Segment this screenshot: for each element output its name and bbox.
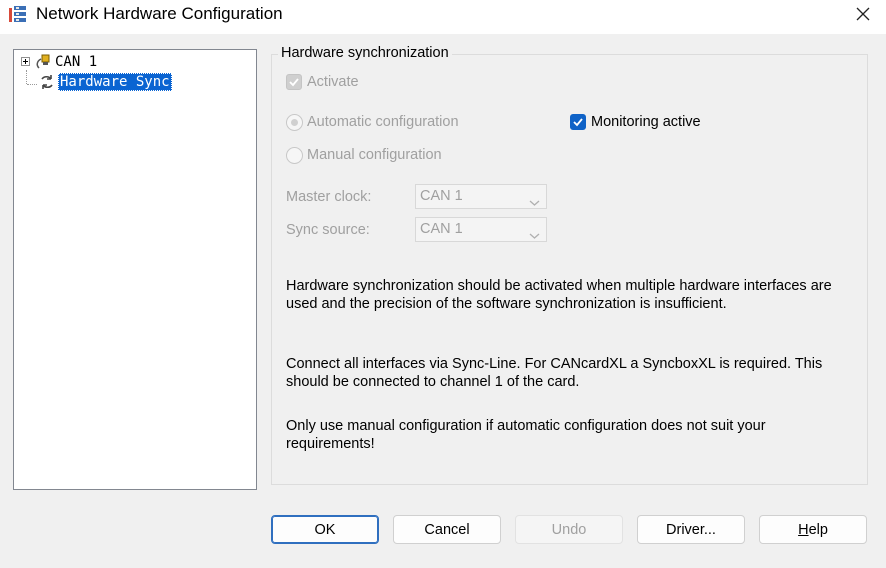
master-clock-label: Master clock: bbox=[286, 189, 372, 205]
undo-button[interactable]: Undo bbox=[515, 515, 623, 544]
can-node-icon bbox=[33, 53, 53, 71]
driver-button[interactable]: Driver... bbox=[637, 515, 745, 544]
chevron-down-icon bbox=[529, 192, 540, 215]
sync-source-select[interactable]: CAN 1 bbox=[415, 217, 547, 242]
master-clock-value: CAN 1 bbox=[420, 188, 463, 204]
master-clock-select[interactable]: CAN 1 bbox=[415, 184, 547, 209]
manual-config-label: Manual configuration bbox=[307, 147, 442, 163]
window-title: Network Hardware Configuration bbox=[36, 4, 283, 23]
tree-connector bbox=[27, 84, 37, 85]
info-text-manual: Only use manual configuration if automat… bbox=[286, 418, 766, 452]
monitoring-checkbox[interactable] bbox=[570, 114, 586, 130]
tree-item-label: CAN 1 bbox=[55, 53, 98, 70]
sync-arrows-icon bbox=[38, 73, 58, 91]
help-label: elp bbox=[808, 521, 828, 538]
automatic-config-label: Automatic configuration bbox=[307, 114, 459, 130]
chevron-down-icon bbox=[529, 225, 540, 248]
close-button[interactable] bbox=[840, 0, 886, 32]
network-tree[interactable] bbox=[13, 49, 257, 490]
help-mnemonic: H bbox=[798, 521, 809, 538]
title-bar: Network Hardware Configuration bbox=[0, 0, 886, 34]
info-text-syncline: Connect all interfaces via Sync-Line. Fo… bbox=[286, 356, 823, 390]
tree-item-label: Hardware Sync bbox=[58, 72, 172, 91]
activate-label: Activate bbox=[307, 74, 359, 90]
sync-source-label: Sync source: bbox=[286, 222, 370, 238]
cancel-button[interactable]: Cancel bbox=[393, 515, 501, 544]
monitoring-label: Monitoring active bbox=[591, 114, 701, 130]
close-icon bbox=[855, 6, 871, 26]
activate-checkbox[interactable] bbox=[286, 74, 302, 90]
tree-item-hardware-sync[interactable]: Hardware Sync bbox=[38, 72, 172, 91]
group-title: Hardware synchronization bbox=[278, 45, 452, 61]
expand-icon[interactable] bbox=[21, 57, 30, 66]
manual-config-radio[interactable] bbox=[286, 147, 303, 164]
automatic-config-radio[interactable] bbox=[286, 114, 303, 131]
network-config-icon bbox=[8, 4, 30, 26]
sync-source-value: CAN 1 bbox=[420, 221, 463, 237]
checkmark-icon bbox=[573, 118, 583, 127]
tree-item-can1[interactable]: CAN 1 bbox=[21, 52, 99, 71]
checkmark-icon bbox=[289, 78, 299, 87]
tree-connector bbox=[26, 70, 27, 84]
help-button[interactable]: Help bbox=[759, 515, 867, 544]
info-text-activation: Hardware synchronization should be activ… bbox=[286, 278, 832, 312]
ok-button[interactable]: OK bbox=[271, 515, 379, 544]
